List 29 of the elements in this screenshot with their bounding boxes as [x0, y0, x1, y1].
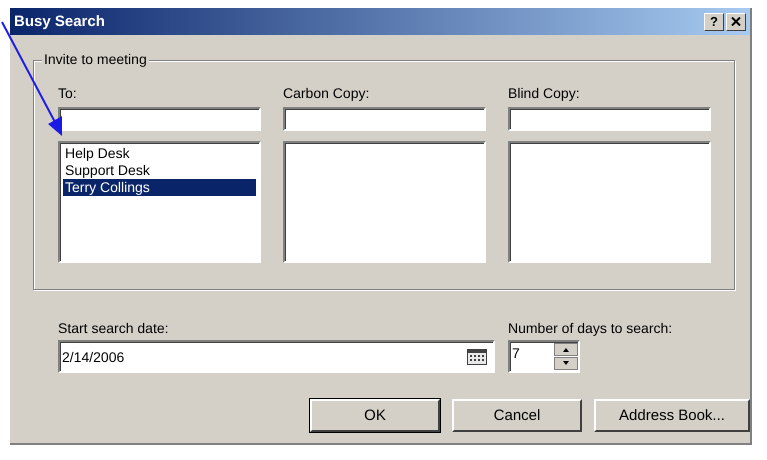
input-field[interactable] [283, 107, 486, 131]
input-field[interactable] [58, 107, 261, 131]
list-box[interactable] [508, 141, 711, 263]
list-box[interactable] [283, 141, 486, 263]
spin-box[interactable]: 7 [508, 340, 580, 373]
field-label: Number of days to search: [508, 320, 672, 338]
dialog-button[interactable]: Address Book... [594, 399, 750, 432]
dialog-button[interactable]: Cancel [452, 399, 582, 432]
close-icon [731, 17, 741, 26]
close-button[interactable] [726, 12, 746, 30]
list-item[interactable]: Support Desk [63, 162, 256, 179]
dialog-button[interactable]: OK [310, 399, 440, 432]
spin-value: 7 [511, 344, 521, 361]
window-title: Busy Search [14, 13, 106, 30]
field-label: Start search date: [58, 320, 170, 338]
list-item[interactable]: Help Desk [63, 145, 256, 162]
date-value: 2/14/2006 [62, 348, 126, 364]
spin-up-button[interactable] [554, 343, 578, 356]
input-field[interactable] [508, 107, 711, 131]
list-item[interactable]: Terry Collings [63, 179, 256, 196]
calendar-icon[interactable] [467, 348, 487, 364]
group-title: Invite to meeting [42, 51, 149, 67]
field-label: Carbon Copy: [283, 85, 370, 103]
help-button[interactable]: ? [704, 12, 724, 30]
date-field[interactable]: 2/14/2006 [58, 340, 495, 373]
spin-down-button[interactable] [554, 357, 578, 370]
list-box[interactable]: Help Desk Support Desk Terry Collings [58, 141, 261, 263]
field-label: Blind Copy: [508, 85, 581, 103]
field-label: To: [58, 85, 78, 103]
